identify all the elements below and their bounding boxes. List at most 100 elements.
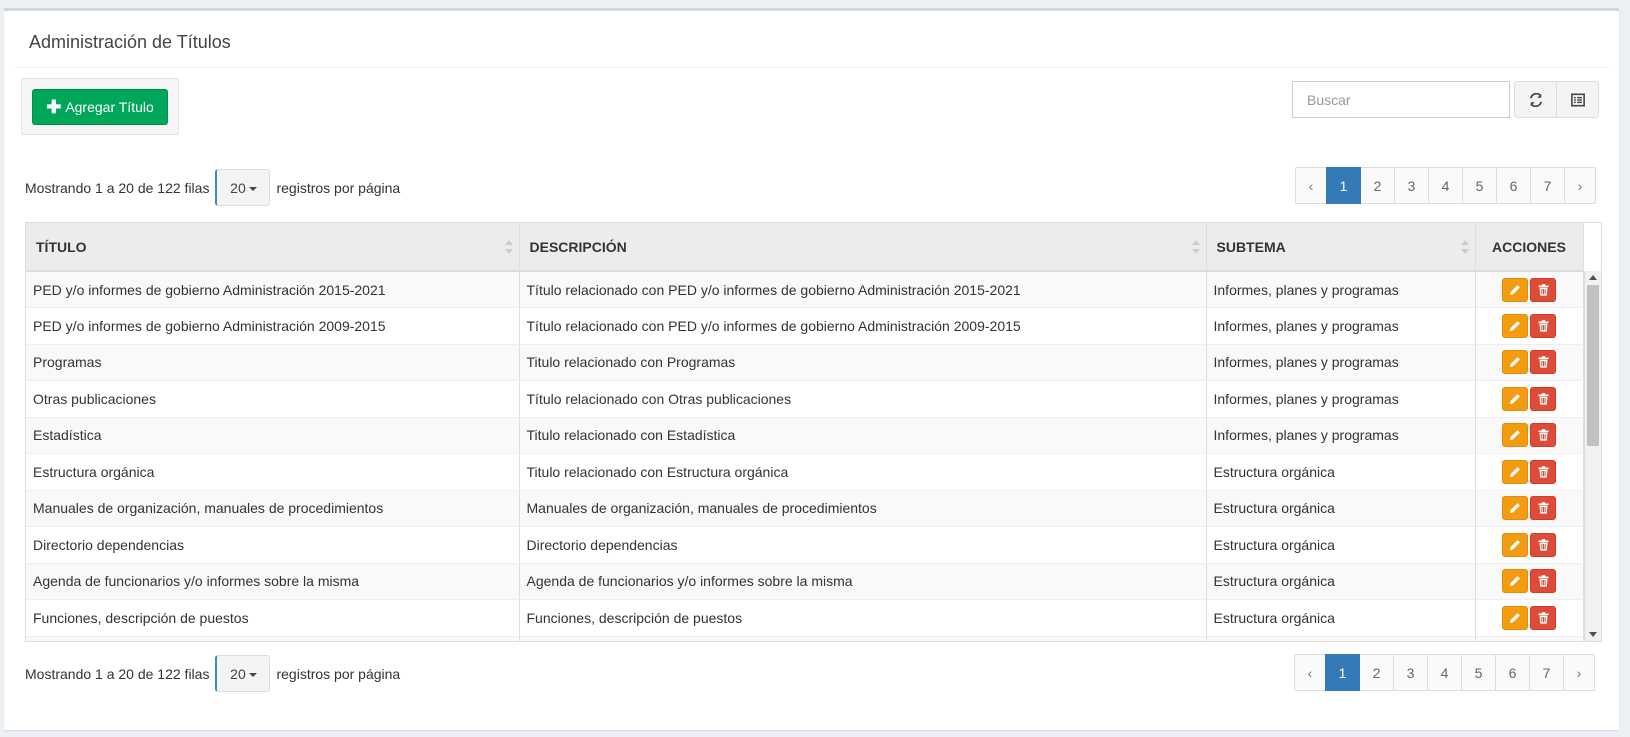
trash-icon bbox=[1538, 502, 1548, 514]
cell-subtema: Estructura orgánica bbox=[1206, 599, 1476, 637]
refresh-button[interactable] bbox=[1514, 81, 1557, 118]
delete-button[interactable] bbox=[1530, 496, 1556, 521]
pencil-icon bbox=[1510, 503, 1520, 514]
cell-acciones bbox=[1475, 271, 1584, 308]
edit-button[interactable] bbox=[1502, 277, 1528, 302]
table-scrollbar[interactable] bbox=[1584, 271, 1601, 641]
edit-button[interactable] bbox=[1502, 496, 1528, 521]
table-row: Estructura orgánica Titulo relacionado co… bbox=[26, 453, 1584, 491]
page-button-6[interactable]: 6 bbox=[1495, 654, 1530, 691]
page-button-5[interactable]: 5 bbox=[1461, 654, 1496, 691]
delete-button[interactable] bbox=[1530, 350, 1556, 375]
delete-button[interactable] bbox=[1530, 605, 1556, 630]
table-tools bbox=[1514, 81, 1599, 118]
scroll-down-arrow-icon[interactable] bbox=[1589, 632, 1597, 637]
refresh-icon bbox=[1529, 92, 1542, 107]
add-title-label: Agregar Título bbox=[65, 99, 154, 115]
trash-icon bbox=[1538, 538, 1548, 551]
delete-button[interactable] bbox=[1530, 313, 1556, 338]
sort-icon bbox=[1460, 240, 1469, 254]
page-button-1[interactable]: 1 bbox=[1326, 167, 1361, 204]
table-row: Agenda de funcionarios y/o informes sobr… bbox=[26, 563, 1584, 600]
columns-button[interactable] bbox=[1556, 81, 1599, 118]
pencil-icon bbox=[1510, 430, 1520, 441]
toolbar-well: ✚ Agregar Título bbox=[21, 78, 179, 135]
page-button-6[interactable]: 6 bbox=[1496, 167, 1531, 204]
page-button-3[interactable]: 3 bbox=[1394, 167, 1429, 204]
page-button-4[interactable]: 4 bbox=[1428, 167, 1463, 204]
cell-titulo: Estadística bbox=[26, 417, 520, 454]
pencil-icon bbox=[1510, 466, 1520, 477]
per-page-label: registros por página bbox=[276, 665, 401, 682]
page-title: Administración de Títulos bbox=[29, 32, 231, 52]
trash-icon bbox=[1538, 429, 1548, 441]
page-size-value: 20 bbox=[230, 665, 246, 682]
edit-button[interactable] bbox=[1502, 313, 1528, 338]
cell-descripcion: Titulo relacionado con Programas bbox=[519, 344, 1207, 381]
page-button-5[interactable]: 5 bbox=[1462, 167, 1497, 204]
caret-down-icon bbox=[248, 186, 257, 191]
scroll-up-arrow-icon[interactable] bbox=[1589, 275, 1597, 280]
page-button-7[interactable]: 7 bbox=[1530, 167, 1565, 204]
trash-icon bbox=[1538, 283, 1548, 296]
cell-descripcion: Manuales de organización, manuales de pr… bbox=[519, 490, 1207, 527]
column-header-descripcion[interactable]: DESCRIPCIÓN bbox=[519, 223, 1207, 272]
edit-button[interactable] bbox=[1502, 569, 1528, 594]
column-header-subtema[interactable]: SUBTEMA bbox=[1206, 223, 1476, 272]
cell-subtema: Informes, planes y programas bbox=[1206, 417, 1476, 454]
columns-list-icon bbox=[1570, 93, 1585, 106]
prev-page-button[interactable]: ‹ bbox=[1295, 167, 1327, 204]
pencil-icon bbox=[1510, 284, 1520, 295]
edit-button[interactable] bbox=[1502, 386, 1528, 411]
cell-acciones bbox=[1475, 599, 1584, 637]
column-header-titulo[interactable]: TÍTULO bbox=[26, 223, 520, 272]
page-button-2[interactable]: 2 bbox=[1359, 654, 1394, 691]
table-row bbox=[26, 636, 1584, 641]
trash-icon bbox=[1538, 465, 1548, 478]
trash-icon bbox=[1538, 356, 1548, 368]
search-input[interactable] bbox=[1292, 81, 1510, 118]
edit-button[interactable] bbox=[1502, 605, 1528, 630]
table-row: Estadística Titulo relacionado con Estadí… bbox=[26, 417, 1584, 454]
page-button-1[interactable]: 1 bbox=[1325, 654, 1360, 691]
column-header-label: SUBTEMA bbox=[1216, 238, 1286, 255]
edit-button[interactable] bbox=[1502, 459, 1528, 484]
edit-button[interactable] bbox=[1502, 423, 1528, 448]
cell-descripcion: Titulo relacionado con Estadística bbox=[519, 417, 1207, 454]
page-size-dropdown[interactable]: 20 bbox=[215, 655, 271, 692]
cell-subtema: Estructura orgánica bbox=[1206, 563, 1476, 600]
caret-down-icon bbox=[248, 672, 257, 677]
trash-icon bbox=[1538, 392, 1548, 405]
delete-button[interactable] bbox=[1530, 569, 1556, 594]
pagination-info-bottom: Mostrando 1 a 20 de 122 filas 20 registr… bbox=[25, 655, 400, 692]
next-page-button[interactable]: › bbox=[1564, 167, 1596, 204]
page-button-7[interactable]: 7 bbox=[1529, 654, 1564, 691]
page-size-dropdown[interactable]: 20 bbox=[215, 169, 271, 206]
page-button-2[interactable]: 2 bbox=[1360, 167, 1395, 204]
edit-button[interactable] bbox=[1502, 350, 1528, 375]
cell-subtema: Informes, planes y programas bbox=[1206, 307, 1476, 345]
delete-button[interactable] bbox=[1530, 386, 1556, 411]
table-row: Otras publicaciones Título relacionado co… bbox=[26, 380, 1584, 418]
column-header-label: DESCRIPCIÓN bbox=[529, 238, 627, 255]
scrollbar-thumb[interactable] bbox=[1587, 285, 1599, 446]
page-button-3[interactable]: 3 bbox=[1393, 654, 1428, 691]
cell-titulo: PED y/o informes de gobierno Administrac… bbox=[26, 271, 520, 308]
table-row: PED y/o informes de gobierno Administrac… bbox=[26, 307, 1584, 345]
cell-subtema: Informes, planes y programas bbox=[1206, 380, 1476, 418]
edit-button[interactable] bbox=[1502, 532, 1528, 557]
add-title-button[interactable]: ✚ Agregar Título bbox=[32, 89, 168, 125]
next-page-button[interactable]: › bbox=[1563, 654, 1595, 691]
delete-button[interactable] bbox=[1530, 423, 1556, 448]
delete-button[interactable] bbox=[1530, 532, 1556, 557]
pencil-icon bbox=[1510, 612, 1520, 623]
prev-page-button[interactable]: ‹ bbox=[1294, 654, 1326, 691]
page: Administración de Títulos ✚ Agregar Títu… bbox=[0, 0, 1630, 737]
cell-subtema: Estructura orgánica bbox=[1206, 453, 1476, 491]
cell-acciones bbox=[1475, 417, 1584, 454]
rows-info-text: Mostrando 1 a 20 de 122 filas bbox=[25, 179, 210, 196]
delete-button[interactable] bbox=[1530, 459, 1556, 484]
pencil-icon bbox=[1510, 393, 1520, 404]
delete-button[interactable] bbox=[1530, 277, 1556, 302]
page-button-4[interactable]: 4 bbox=[1427, 654, 1462, 691]
